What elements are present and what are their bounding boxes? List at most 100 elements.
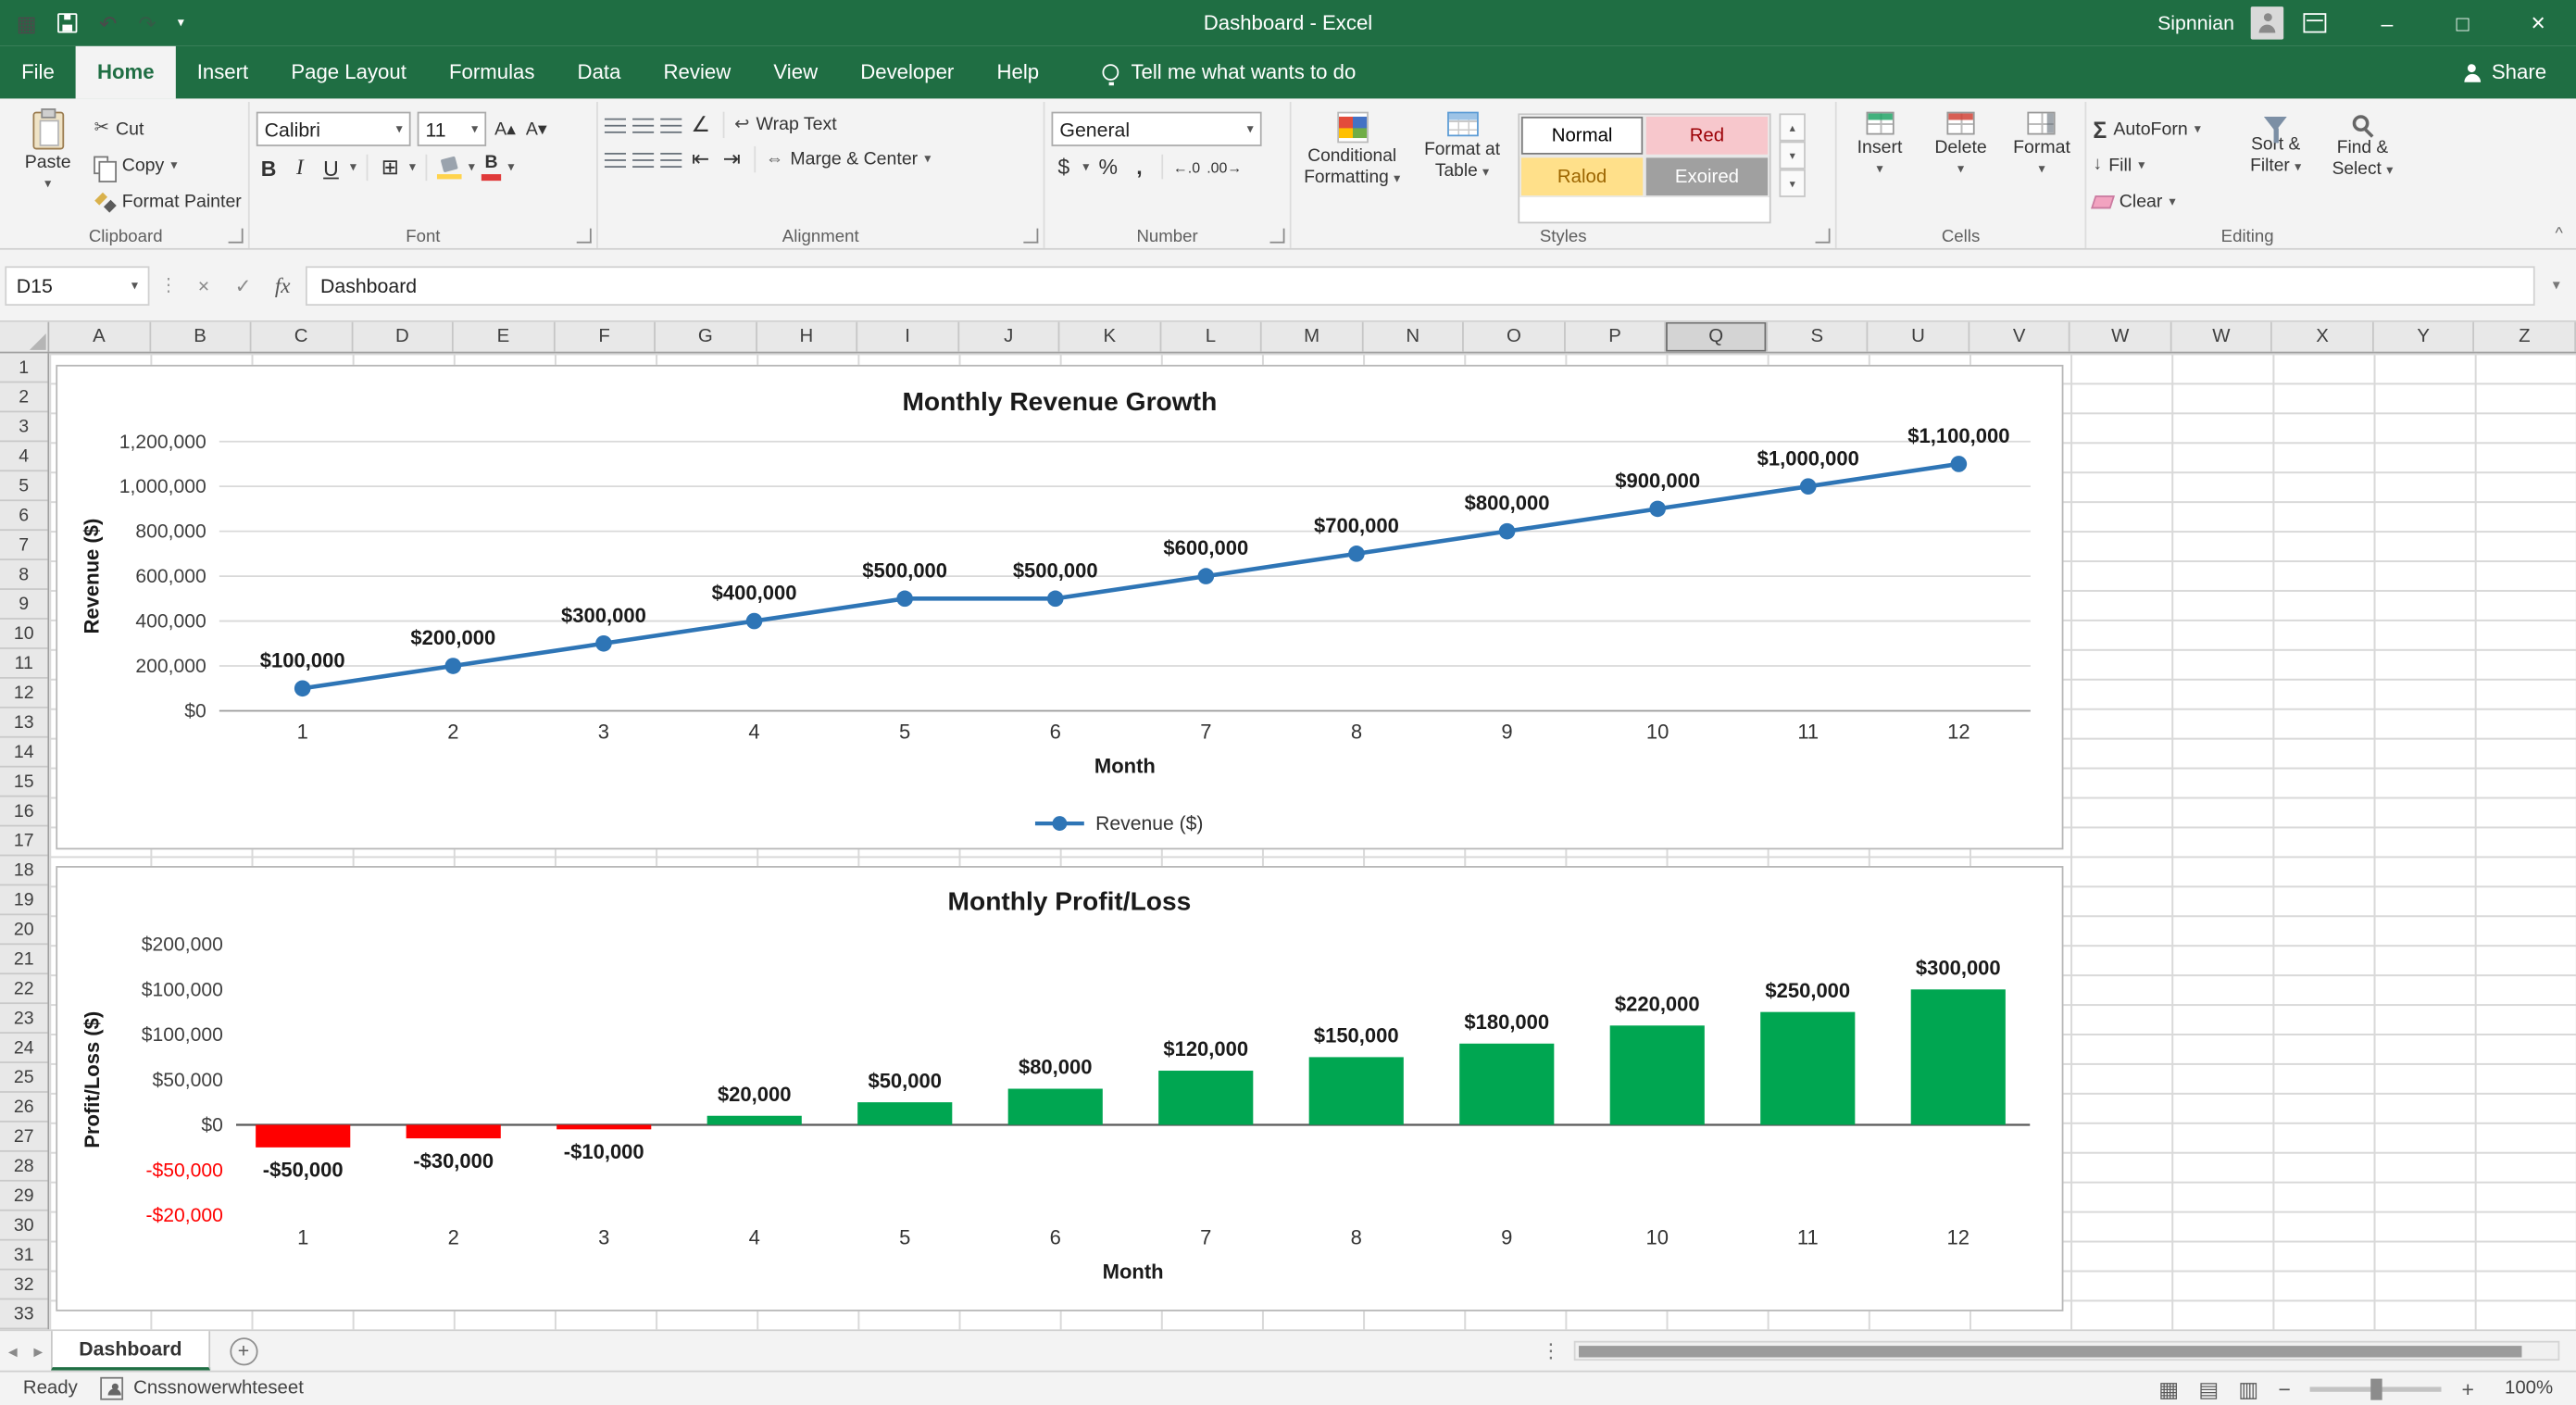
row-header-30[interactable]: 30 [0,1211,47,1241]
format-cells-button[interactable]: Format ▾ [2006,106,2079,224]
bold-button[interactable]: B [256,156,281,181]
row-header-22[interactable]: 22 [0,974,47,1004]
row-header-1[interactable]: 1 [0,353,47,383]
italic-button[interactable]: I [287,155,312,181]
shrink-font-button[interactable]: A▾ [524,119,549,140]
column-header-U-18[interactable]: U [1869,322,1970,352]
fill-color-icon[interactable] [437,157,462,180]
column-header-Y-23[interactable]: Y [2374,322,2475,352]
sheet-nav-left-icon[interactable]: ◂ [0,1340,26,1361]
delete-cells-button[interactable]: Delete ▾ [1924,106,1997,224]
column-header-J-9[interactable]: J [959,322,1060,352]
tell-me-box[interactable]: Tell me what wants to do [1103,46,1356,99]
decrease-decimal-button[interactable]: .00→ [1207,158,1242,175]
tab-view[interactable]: View [752,46,839,99]
dialog-launcher-icon[interactable] [1269,229,1284,244]
bar-month-1[interactable] [256,1124,350,1147]
insert-function-icon[interactable]: fx [266,272,298,298]
column-header-W-21[interactable]: W [2171,322,2272,352]
profit-loss-chart[interactable]: Monthly Profit/Loss$200,000$100,000$100,… [56,866,2063,1311]
bar-month-11[interactable] [1760,1012,1855,1125]
find-select-button[interactable]: Find & Select ▾ [2323,106,2402,224]
column-header-S-17[interactable]: S [1768,322,1869,352]
align-left-icon[interactable] [605,150,626,169]
column-header-E-4[interactable]: E [454,322,555,352]
redo-icon[interactable]: ↷ [138,12,156,33]
column-header-L-11[interactable]: L [1161,322,1262,352]
dialog-launcher-icon[interactable] [1023,229,1038,244]
row-header-23[interactable]: 23 [0,1004,47,1034]
column-header-C-2[interactable]: C [252,322,353,352]
horizontal-scrollbar[interactable] [1574,1341,2560,1361]
align-middle-icon[interactable] [632,116,654,134]
column-header-B-1[interactable]: B [150,322,251,352]
expand-formula-bar-icon[interactable]: ▾ [2542,276,2571,295]
close-button[interactable]: × [2500,0,2576,46]
name-box[interactable]: D15 ▾ [5,266,149,306]
orientation-icon[interactable]: ∠ [688,112,713,138]
row-header-13[interactable]: 13 [0,709,47,738]
number-format-select[interactable]: General ▾ [1052,112,1262,146]
maximize-button[interactable]: □ [2425,0,2501,46]
page-layout-view-icon[interactable]: ▤ [2198,1378,2219,1399]
increase-decimal-button[interactable]: ←.0 [1173,158,1200,175]
row-header-25[interactable]: 25 [0,1063,47,1093]
align-top-icon[interactable] [605,116,626,134]
row-header-31[interactable]: 31 [0,1241,47,1271]
gallery-up-icon[interactable]: ▴ [1780,113,1806,141]
row-header-19[interactable]: 19 [0,885,47,915]
tab-insert[interactable]: Insert [176,46,270,99]
row-header-6[interactable]: 6 [0,501,47,531]
column-header-H-7[interactable]: H [757,322,857,352]
tab-formulas[interactable]: Formulas [428,46,556,99]
row-header-16[interactable]: 16 [0,797,47,827]
sort-filter-button[interactable]: Sort & Filter ▾ [2236,106,2315,224]
sheet-tab-dashboard[interactable]: Dashboard [51,1331,210,1371]
column-header-Z-24[interactable]: Z [2475,322,2576,352]
align-bottom-icon[interactable] [660,116,682,134]
row-header-29[interactable]: 29 [0,1182,47,1211]
bar-month-2[interactable] [406,1124,501,1138]
cell-style-ralod[interactable]: Ralod [1519,157,1644,197]
merge-center-button[interactable]: Marge & Center [790,149,918,169]
row-header-11[interactable]: 11 [0,649,47,679]
customize-quick-access-icon[interactable]: ▾ [178,17,184,30]
row-header-15[interactable]: 15 [0,768,47,797]
underline-button[interactable]: U [319,156,344,181]
gallery-more-icon[interactable]: ▾ [1780,169,1806,197]
accounting-format-button[interactable]: $ [1052,155,1077,180]
formula-input[interactable]: Dashboard [306,266,2535,306]
row-header-10[interactable]: 10 [0,620,47,649]
tab-data[interactable]: Data [556,46,642,99]
format-as-table-button[interactable]: Format at Table ▾ [1415,106,1510,224]
collapse-ribbon-icon[interactable]: ^ [2555,225,2562,244]
cell-grid[interactable]: Monthly Revenue Growth1,200,0001,000,000… [49,353,2576,1329]
zoom-out-icon[interactable]: − [2279,1378,2291,1399]
cell-style-red[interactable]: Red [1644,115,1769,156]
fill-button[interactable]: ↓ Fill ▾ [2093,149,2228,181]
row-header-28[interactable]: 28 [0,1152,47,1182]
align-right-icon[interactable] [660,150,682,169]
row-header-3[interactable]: 3 [0,412,47,442]
row-header-18[interactable]: 18 [0,856,47,885]
row-header-21[interactable]: 21 [0,945,47,974]
decrease-indent-icon[interactable]: ⇤ [688,146,713,172]
column-header-D-3[interactable]: D [353,322,454,352]
column-header-Q-16[interactable]: Q [1667,322,1768,352]
undo-icon[interactable]: ↶ [99,12,117,33]
column-header-F-5[interactable]: F [555,322,656,352]
row-header-5[interactable]: 5 [0,471,47,501]
conditional-formatting-button[interactable]: Conditional Formatting ▾ [1298,106,1407,224]
percent-style-button[interactable]: % [1095,155,1120,180]
row-header-9[interactable]: 9 [0,590,47,620]
font-size-select[interactable]: 11 ▾ [418,112,487,146]
zoom-in-icon[interactable]: + [2462,1378,2474,1399]
column-header-K-10[interactable]: K [1060,322,1161,352]
row-header-8[interactable]: 8 [0,560,47,590]
copy-button[interactable]: Copy ▾ [94,149,242,181]
column-header-O-14[interactable]: O [1464,322,1565,352]
dialog-launcher-icon[interactable] [577,229,592,244]
font-color-icon[interactable]: B [481,155,501,181]
paste-button[interactable]: Paste ▾ [10,106,86,224]
normal-view-icon[interactable]: ▦ [2158,1378,2179,1399]
